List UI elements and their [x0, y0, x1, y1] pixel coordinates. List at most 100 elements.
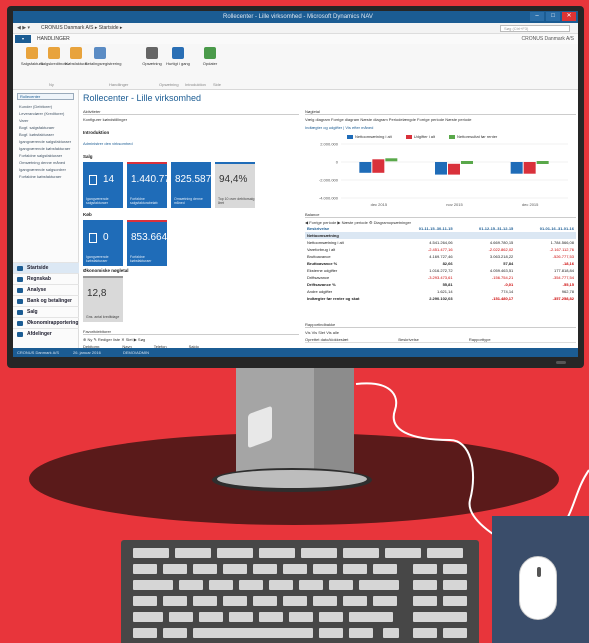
cue-tile[interactable]: 853.664 Forfaldne købsfakturaer	[127, 220, 167, 266]
ribbon-button[interactable]: Hurtigt i gang	[163, 47, 193, 66]
column-header[interactable]: 01-11-15..30-11-15	[395, 225, 455, 232]
table-cell: -526.777,53	[552, 254, 574, 259]
table-cell: -18,16	[562, 261, 574, 266]
nav-button[interactable]: Regnskab	[13, 273, 79, 284]
table-cell: Driftsavance	[307, 275, 330, 280]
chart-bar[interactable]	[536, 161, 549, 164]
company-name[interactable]: CRONUS Danmark A/S	[521, 34, 574, 44]
chart-bar[interactable]	[461, 161, 473, 164]
column-header[interactable]: Oprettet dato/klokkeslæt	[305, 337, 348, 342]
document-icon	[89, 175, 97, 185]
table-row[interactable]: Nettoomsætning	[305, 232, 576, 239]
chart-bar[interactable]	[448, 163, 460, 175]
table-cell: Nettoomsætning	[305, 232, 395, 239]
intro-link[interactable]: Administrer den virksomhed	[83, 141, 299, 146]
nav-icon	[17, 266, 23, 271]
chart-bar[interactable]	[359, 162, 372, 173]
cue-tile[interactable]: 14 Igangværende salgsfakturaer	[83, 162, 123, 208]
status-bar: CRONUS Danmark A/S 26. januar 2016 DEMO\…	[13, 348, 578, 357]
keyboard-key	[239, 580, 263, 590]
table-row[interactable]: Nettoomsætning i alt 4.541.264,06 4.669.78…	[305, 239, 576, 246]
stand-shadow	[314, 368, 354, 476]
table-row[interactable]: Vareforbrug i alt -2.451.477,16 -2.022.862…	[305, 246, 576, 253]
favorites-actions[interactable]: ⊕ Ny ✎ Rediger liste ✕ Slet ▶ Søg	[83, 337, 299, 342]
nav-button[interactable]: Bank og betalinger	[13, 295, 79, 306]
keyboard-key	[223, 596, 247, 606]
sidebar-item[interactable]: Omsætning denne måned	[13, 159, 78, 166]
column-header[interactable]: Beskrivelse	[305, 225, 395, 232]
tile-status-bar	[83, 162, 123, 164]
table-cell: 4.169.727,46	[429, 254, 453, 259]
cue-tile[interactable]: 825.587 Omsætning denne måned	[171, 162, 211, 208]
sidebar-item[interactable]: Leverandører (Kreditorer)	[13, 110, 78, 117]
chart-bar[interactable]	[510, 162, 523, 174]
table-row[interactable]: Eksterne udgifter 1.016.272,72 4.059.463,5…	[305, 267, 576, 274]
table-row[interactable]: Driftsavance -3.293.473,61 -156.754,21 -354…	[305, 274, 576, 281]
table-row[interactable]: Indtægter før renter og skat 2.290.102,03…	[305, 295, 576, 302]
nav-button[interactable]: Salg	[13, 306, 79, 317]
column-header[interactable]: Beskrivelse	[398, 337, 418, 342]
minimize-button[interactable]: –	[530, 12, 544, 21]
column-header[interactable]: Rapporttype	[469, 337, 491, 342]
breadcrumb[interactable]: CRONUS Danmark A/S ▸ Startside ▸	[41, 23, 122, 34]
column-header[interactable]: 01-12-15..31-12-15	[455, 225, 516, 232]
ribbon-icon	[70, 47, 82, 59]
table-cell: Bruttoavance %	[307, 261, 338, 266]
sidebar-item[interactable]: Kunder (Debitorer)	[13, 103, 78, 110]
x-tick-label: dec 2015	[522, 202, 539, 207]
tab-actions[interactable]: HANDLINGER	[37, 34, 70, 44]
table-cell: -156.754,21	[491, 275, 514, 280]
keyboard-key	[229, 612, 253, 622]
back-forward-icon[interactable]: ◀ ▶ ▾	[17, 23, 30, 34]
ribbon-button[interactable]: Opdater	[195, 47, 225, 66]
chart-bar[interactable]	[523, 162, 536, 174]
chart-bar[interactable]	[435, 162, 447, 175]
nav-button[interactable]: Afdelinger	[13, 328, 79, 339]
table-cell: 1.784.566,08	[550, 240, 574, 245]
nav-button-label: Afdelinger	[27, 331, 52, 337]
ribbon-button[interactable]: Betalingsregistrering	[85, 47, 121, 66]
table-row[interactable]: Bruttoavance 4.169.727,46 3.063.218,22 -526…	[305, 253, 576, 260]
sidebar-item[interactable]: Varer	[13, 117, 78, 124]
sidebar-item[interactable]: Igangværende købsfakturaer	[13, 145, 78, 152]
cue-tile[interactable]: 94,4% Top 10 over debitorsalg året	[215, 162, 255, 208]
sidebar-item[interactable]: Forfaldne købsfakturaer	[13, 173, 78, 180]
reports-actions[interactable]: Vis Vis Slet Vis alle	[305, 330, 576, 335]
nav-icon	[17, 332, 23, 337]
file-menu-button[interactable]: ▾	[15, 35, 31, 43]
search-input[interactable]: Søg (Ctrl+F3)	[500, 25, 570, 32]
sidebar-header[interactable]: Rollecenter	[17, 93, 74, 100]
sidebar-item[interactable]: Igangværende salgsfakturaer	[13, 138, 78, 145]
cue-tile[interactable]: 12,8 Gns. antal kreditdage	[83, 276, 123, 322]
table-cell: Nettoomsætning i alt	[307, 240, 344, 245]
table-row[interactable]: Andre udgifter 1.621,14 774,14 962,78	[305, 288, 576, 295]
sidebar-item[interactable]: Forfaldne salgsfakturaer	[13, 152, 78, 159]
chart-bar[interactable]	[372, 159, 385, 173]
balance-table: Beskrivelse 01-11-15..30-11-15 01-12-15..3…	[305, 225, 576, 302]
sidebar-item[interactable]: Bogf. købsfakturaer	[13, 131, 78, 138]
legend-label: Udgifter i alt	[413, 134, 436, 139]
table-row[interactable]: Driftsavance % 55,81 -0,01 -55,15	[305, 281, 576, 288]
table-row[interactable]: Bruttoavance % 82,66 57,84 -18,16	[305, 260, 576, 267]
keyboard-key	[313, 564, 337, 574]
column-header[interactable]: 01-01-16..31-01-16	[515, 225, 576, 232]
nav-button[interactable]: Økonomirapportering	[13, 317, 79, 328]
tile-label: Top 10 over debitorsalg året	[218, 197, 255, 205]
nav-button[interactable]: Startside	[13, 262, 79, 273]
keyboard-key	[133, 628, 157, 638]
tile-label: Gns. antal kreditdage	[86, 315, 120, 319]
close-button[interactable]: ✕	[562, 12, 576, 21]
sidebar-item[interactable]: Igangværende salgsordrer	[13, 166, 78, 173]
nav-button[interactable]: Analyse	[13, 284, 79, 295]
y-tick-label: -2.000.000	[319, 178, 339, 183]
cue-tile[interactable]: 0 Igangværende købsfakturaer	[83, 220, 123, 266]
keyboard-key	[343, 548, 379, 558]
keyboard-key	[413, 612, 467, 622]
chart-actions[interactable]: Vælg diagram Forrige diagram Næste diagr…	[305, 117, 576, 122]
configure-link[interactable]: Konfigurer køindstillinger	[83, 117, 299, 122]
page-title: Rollecenter - Lille virksomhed	[83, 93, 202, 103]
maximize-button[interactable]: □	[546, 12, 560, 21]
cue-tile[interactable]: 1.440.773 Forfaldne salgsfakturabeløb	[127, 162, 176, 208]
chart-bar[interactable]	[385, 158, 398, 162]
sidebar-item[interactable]: Bogf. salgsfakturaer	[13, 124, 78, 131]
